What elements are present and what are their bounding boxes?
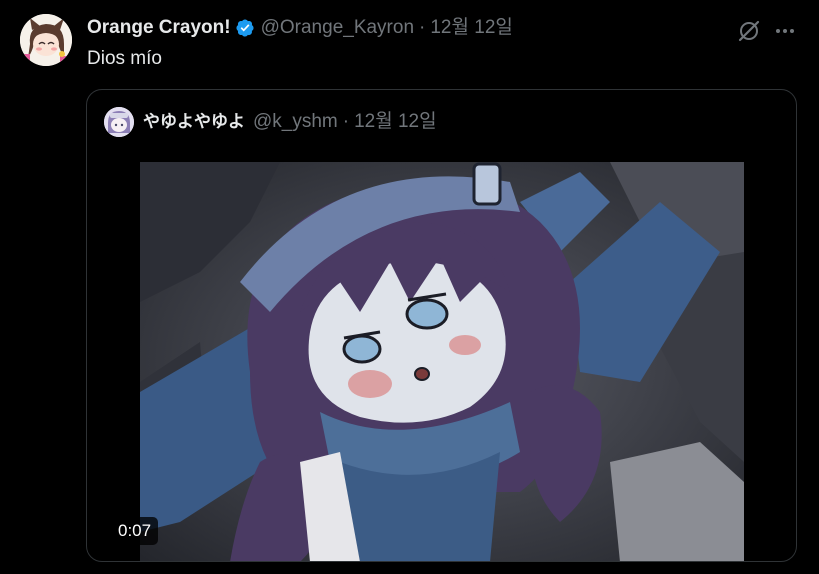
video-frame-image	[140, 162, 744, 561]
quote-separator-dot: ·	[342, 111, 350, 132]
verified-badge-icon[interactable]	[235, 18, 255, 38]
author-avatar[interactable]	[20, 14, 72, 66]
quote-header: やゆよやゆよ @k_yshm · 12월 12일	[143, 110, 437, 134]
grok-icon[interactable]	[736, 18, 762, 44]
quote-date[interactable]: 12월 12일	[354, 110, 437, 134]
quote-author-handle[interactable]: @k_yshm	[253, 110, 338, 134]
author-display-name[interactable]: Orange Crayon!	[87, 16, 231, 40]
tweet-text: Dios mío	[87, 48, 162, 69]
tweet[interactable]: Orange Crayon! @Orange_Kayron · 12월 12일 …	[0, 0, 819, 574]
author-handle[interactable]: @Orange_Kayron	[261, 16, 414, 40]
tweet-date[interactable]: 12월 12일	[430, 16, 513, 40]
separator-dot: ·	[419, 17, 426, 38]
tweet-header: Orange Crayon! @Orange_Kayron · 12월 12일	[87, 16, 513, 40]
quote-author-display-name[interactable]: やゆよやゆよ	[143, 110, 245, 134]
avatar-image	[20, 14, 72, 66]
video-player[interactable]	[140, 162, 744, 561]
more-icon[interactable]	[772, 19, 798, 43]
quote-tweet-card[interactable]: やゆよやゆよ @k_yshm · 12월 12일 0:07	[86, 89, 797, 562]
quote-author-avatar[interactable]	[104, 107, 134, 137]
video-duration-badge: 0:07	[111, 517, 159, 545]
quote-avatar-image	[104, 107, 134, 137]
